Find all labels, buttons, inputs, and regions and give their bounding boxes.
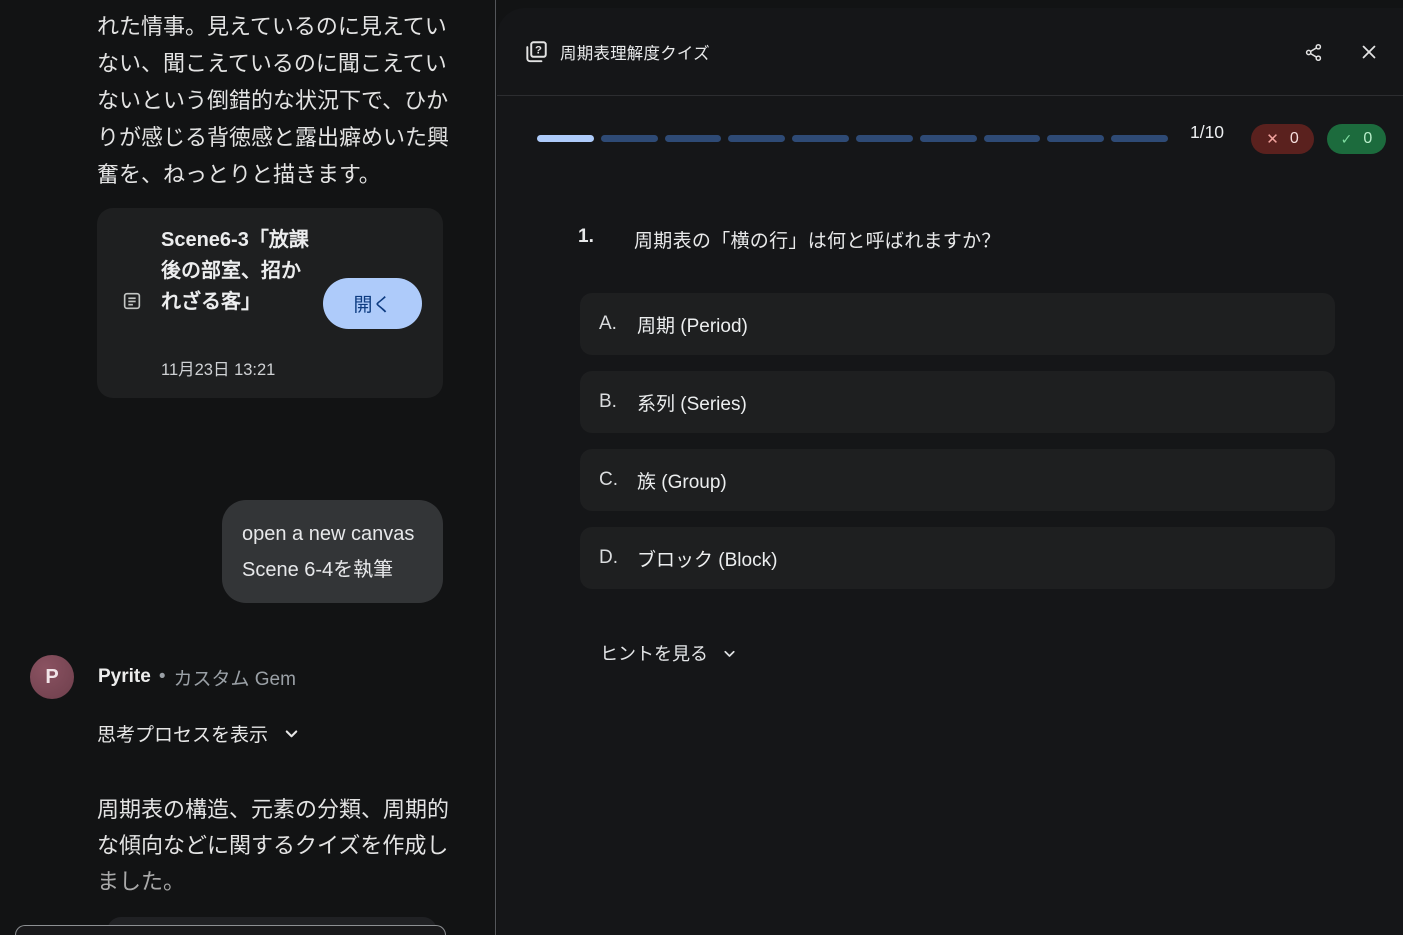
user-message-bubble: open a new canvas Scene 6-4を執筆 — [222, 500, 443, 603]
wrong-count-badge: ✕ 0 — [1251, 124, 1314, 154]
open-button[interactable]: 開く — [323, 278, 422, 329]
progress-segment — [792, 135, 849, 142]
pane-resize-divider[interactable] — [495, 0, 496, 935]
option-c[interactable]: C. 族 (Group) — [580, 449, 1335, 511]
show-thoughts-toggle[interactable]: 思考プロセスを表示 — [97, 720, 301, 747]
assistant-paragraph-top: れた情事。見えているのに見えていない、聞こえているのに聞こえていないという倒錯的… — [97, 8, 455, 193]
option-text: ブロック (Block) — [637, 545, 777, 572]
progress-segment — [665, 135, 722, 142]
progress-segment — [1047, 135, 1104, 142]
user-message-line2: Scene 6-4を執筆 — [242, 552, 443, 588]
quiz-title: 周期表理解度クイズ — [560, 40, 710, 64]
option-letter: A. — [599, 313, 637, 335]
chevron-down-icon — [282, 724, 301, 743]
user-message-line1: open a new canvas — [242, 516, 443, 552]
correct-count: 0 — [1363, 130, 1372, 148]
progress-row: 1/10 ✕ 0 ✓ 0 — [497, 116, 1403, 160]
question-row: 1. 周期表の「横の行」は何と呼ばれますか？ — [578, 226, 1001, 253]
svg-text:?: ? — [535, 44, 542, 56]
bot-name-separator: • — [159, 666, 166, 688]
option-text: 族 (Group) — [637, 467, 727, 494]
partial-card-cutoff — [15, 925, 446, 935]
option-letter: B. — [599, 391, 637, 413]
quiz-header: ? 周期表理解度クイズ — [497, 8, 1403, 96]
share-button[interactable] — [1293, 32, 1333, 72]
show-hint-toggle[interactable]: ヒントを見る — [600, 640, 738, 666]
document-icon — [121, 290, 143, 312]
progress-count: 1/10 — [1175, 122, 1239, 143]
progress-segment — [537, 135, 594, 142]
paragraph-bottom-main: 周期表の構造、元素の分類、周期的な傾向などに関するクイズを作成し — [97, 797, 449, 858]
chevron-down-icon — [721, 645, 738, 662]
progress-segment — [601, 135, 658, 142]
chat-pane: れた情事。見えているのに見えていない、聞こえているのに聞こえていないという倒錯的… — [0, 0, 495, 935]
check-mark-icon: ✓ — [1341, 131, 1353, 148]
option-a[interactable]: A. 周期 (Period) — [580, 293, 1335, 355]
progress-track — [537, 135, 1168, 142]
options-list: A. 周期 (Period) B. 系列 (Series) C. 族 (Grou… — [580, 293, 1335, 589]
scene-card-title: Scene6-3「放課後の部室、招かれざる客」 — [161, 225, 319, 318]
progress-segment — [920, 135, 977, 142]
x-mark-icon: ✕ — [1266, 130, 1279, 148]
option-letter: D. — [599, 547, 637, 569]
question-number: 1. — [578, 226, 634, 253]
question-text: 周期表の「横の行」は何と呼ばれますか？ — [634, 226, 1001, 253]
option-text: 系列 (Series) — [637, 389, 747, 416]
progress-segment — [984, 135, 1041, 142]
option-text: 周期 (Period) — [637, 311, 748, 338]
scene-card-timestamp: 11月23日 13:21 — [161, 356, 275, 380]
bot-identity-row: P Pyrite • カスタム Gem — [30, 655, 296, 699]
progress-segment — [856, 135, 913, 142]
avatar: P — [30, 655, 74, 699]
progress-segment — [1111, 135, 1168, 142]
correct-count-badge: ✓ 0 — [1327, 124, 1386, 154]
progress-segment — [728, 135, 785, 142]
assistant-paragraph-bottom: 周期表の構造、元素の分類、周期的な傾向などに関するクイズを作成しました。 — [97, 792, 455, 900]
show-thoughts-label: 思考プロセスを表示 — [97, 720, 268, 747]
option-d[interactable]: D. ブロック (Block) — [580, 527, 1335, 589]
scene-artifact-card[interactable]: Scene6-3「放課後の部室、招かれざる客」 11月23日 13:21 開く — [97, 208, 443, 398]
bot-name: Pyrite — [98, 666, 151, 688]
close-icon — [1358, 41, 1380, 63]
quiz-icon: ? — [523, 39, 549, 65]
quiz-panel: ? 周期表理解度クイズ — [497, 8, 1403, 935]
close-button[interactable] — [1349, 32, 1389, 72]
share-icon — [1303, 42, 1324, 63]
wrong-count: 0 — [1290, 130, 1299, 148]
show-hint-label: ヒントを見る — [600, 640, 708, 666]
option-b[interactable]: B. 系列 (Series) — [580, 371, 1335, 433]
option-letter: C. — [599, 469, 637, 491]
bot-subtitle: カスタム Gem — [173, 664, 295, 691]
paragraph-bottom-tail: ました。 — [97, 869, 185, 894]
